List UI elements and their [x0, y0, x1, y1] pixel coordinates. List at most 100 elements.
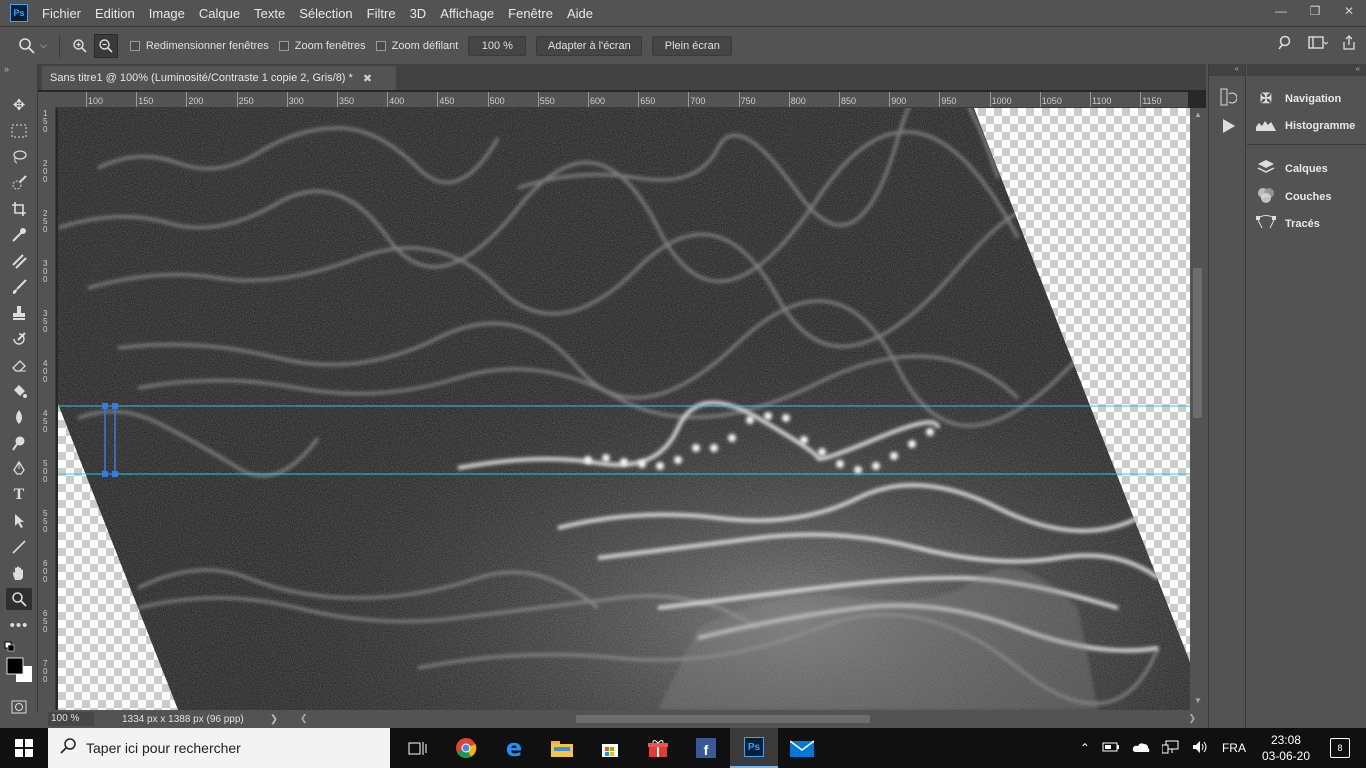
- menu-calque[interactable]: Calque: [199, 6, 240, 21]
- clock[interactable]: 23:08 03-06-20: [1262, 732, 1310, 764]
- zoom-windows-checkbox[interactable]: Zoom fenêtres: [278, 40, 366, 52]
- minimize-icon[interactable]: —: [1264, 0, 1298, 22]
- brush-tool-icon[interactable]: [6, 276, 32, 298]
- stamp-tool-icon[interactable]: [6, 302, 32, 324]
- zoom-tool-button[interactable]: [6, 588, 32, 610]
- store-icon[interactable]: [586, 728, 634, 768]
- chevron-up-icon[interactable]: ⌃: [1080, 741, 1090, 755]
- vertical-scrollbar[interactable]: ▲ ▼: [1190, 108, 1206, 710]
- horizontal-ruler[interactable]: 100 150 200 250 300 350 400 450 500 550 600 650 700 7…: [56, 92, 1188, 108]
- battery-icon[interactable]: [1102, 741, 1120, 756]
- scroll-left-icon[interactable]: ❮: [300, 713, 308, 724]
- scroll-up-icon[interactable]: ▲: [1194, 110, 1202, 119]
- search-icon[interactable]: [1278, 35, 1294, 54]
- collapse-panels-icon[interactable]: «: [1247, 64, 1366, 76]
- chevron-down-icon[interactable]: ⌵: [40, 40, 47, 51]
- type-tool-icon[interactable]: T: [6, 484, 32, 506]
- collapse-toolbar-icon[interactable]: »: [0, 64, 37, 78]
- blur-tool-icon[interactable]: [6, 406, 32, 428]
- menu-edition[interactable]: Edition: [95, 6, 135, 21]
- network-icon[interactable]: [1161, 740, 1180, 757]
- horizontal-scrollbar[interactable]: ❮ ❯: [296, 712, 1196, 726]
- document-tab[interactable]: Sans titre1 @ 100% (Luminosité/Contraste…: [42, 66, 396, 90]
- share-icon[interactable]: [1342, 35, 1356, 54]
- menu-fenetre[interactable]: Fenêtre: [508, 6, 553, 21]
- menu-affichage[interactable]: Affichage: [440, 6, 494, 21]
- history-brush-tool-icon[interactable]: [6, 328, 32, 350]
- crop-tool-icon[interactable]: [6, 198, 32, 220]
- more-tools-icon[interactable]: •••: [6, 614, 32, 636]
- photoshop-logo[interactable]: Ps: [10, 4, 28, 22]
- hand-tool-icon[interactable]: [6, 562, 32, 584]
- actions-play-icon[interactable]: [1221, 118, 1237, 137]
- zoom-tool-icon[interactable]: [18, 37, 36, 55]
- paint-bucket-tool-icon[interactable]: [6, 380, 32, 402]
- checkbox-box[interactable]: [375, 40, 386, 51]
- file-explorer-icon[interactable]: [538, 728, 586, 768]
- resize-windows-checkbox[interactable]: Redimensionner fenêtres: [129, 40, 269, 52]
- ruler-tick-label: 450: [43, 409, 48, 434]
- color-swatches[interactable]: [4, 640, 34, 686]
- start-button[interactable]: [0, 728, 48, 768]
- status-menu-icon[interactable]: ❯: [270, 714, 278, 725]
- fit-screen-button[interactable]: Adapter à l'écran: [536, 35, 643, 56]
- horizontal-scroll-thumb[interactable]: [576, 715, 870, 723]
- close-icon[interactable]: ✕: [1332, 0, 1366, 22]
- mail-icon[interactable]: [778, 728, 826, 768]
- collapse-panels-icon[interactable]: «: [1209, 64, 1245, 76]
- volume-icon[interactable]: [1192, 740, 1210, 757]
- quick-mask-icon[interactable]: [6, 696, 32, 718]
- scrubby-zoom-checkbox[interactable]: Zoom défilant: [375, 40, 458, 52]
- taskbar-search-box[interactable]: Taper ici pour rechercher: [48, 728, 390, 768]
- facebook-icon[interactable]: f: [682, 728, 730, 768]
- panel-layers[interactable]: Calques: [1255, 159, 1328, 178]
- path-selection-tool-icon[interactable]: [6, 510, 32, 532]
- menu-image[interactable]: Image: [149, 6, 185, 21]
- lasso-tool-icon[interactable]: [6, 146, 32, 168]
- eyedropper-tool-icon[interactable]: [6, 224, 32, 246]
- photoshop-taskbar-icon[interactable]: Ps: [730, 728, 778, 768]
- close-tab-icon[interactable]: ✖: [363, 72, 372, 85]
- history-panel-icon[interactable]: [1219, 88, 1238, 109]
- vertical-ruler[interactable]: 150 200 250 300 350 400 450 500 550 600 650 700: [38, 108, 56, 710]
- restore-icon[interactable]: ❐: [1298, 0, 1332, 22]
- image-canvas[interactable]: [58, 108, 1190, 710]
- zoom-in-button[interactable]: [68, 34, 92, 58]
- panel-channels[interactable]: Couches: [1255, 187, 1331, 206]
- healing-brush-tool-icon[interactable]: [6, 250, 32, 272]
- status-zoom-field[interactable]: 100 %: [48, 712, 94, 726]
- zoom-value-field[interactable]: 100 %: [468, 35, 527, 56]
- scroll-right-icon[interactable]: ❯: [1188, 713, 1196, 724]
- move-tool-icon[interactable]: ✥: [6, 94, 32, 116]
- checkbox-box[interactable]: [278, 40, 289, 51]
- panel-paths[interactable]: Tracés: [1255, 215, 1320, 232]
- marquee-tool-icon[interactable]: [6, 120, 32, 142]
- menu-fichier[interactable]: Fichier: [42, 6, 81, 21]
- panel-histogram[interactable]: Histogramme: [1255, 118, 1355, 134]
- chrome-icon[interactable]: [442, 728, 490, 768]
- menu-3d[interactable]: 3D: [410, 6, 427, 21]
- eraser-tool-icon[interactable]: [6, 354, 32, 376]
- workspace-icon[interactable]: [1308, 35, 1329, 54]
- vertical-scroll-thumb[interactable]: [1193, 268, 1202, 418]
- quick-selection-tool-icon[interactable]: [6, 172, 32, 194]
- pen-tool-icon[interactable]: [6, 458, 32, 480]
- gift-icon[interactable]: [634, 728, 682, 768]
- menu-texte[interactable]: Texte: [254, 6, 285, 21]
- language-indicator[interactable]: FRA: [1222, 741, 1246, 755]
- ruler-tick-line: [86, 92, 87, 107]
- line-tool-icon[interactable]: [6, 536, 32, 558]
- menu-filtre[interactable]: Filtre: [367, 6, 396, 21]
- dodge-tool-icon[interactable]: [6, 432, 32, 454]
- edge-icon[interactable]: e: [490, 728, 538, 768]
- notification-center-button[interactable]: 8: [1330, 738, 1350, 758]
- menu-aide[interactable]: Aide: [567, 6, 593, 21]
- onedrive-icon[interactable]: [1132, 741, 1150, 756]
- scroll-down-icon[interactable]: ▼: [1194, 696, 1202, 705]
- menu-selection[interactable]: Sélection: [299, 6, 352, 21]
- checkbox-box[interactable]: [129, 40, 140, 51]
- task-view-icon[interactable]: [394, 728, 442, 768]
- full-screen-button[interactable]: Plein écran: [652, 35, 733, 56]
- panel-navigation[interactable]: ✠ Navigation: [1255, 90, 1341, 107]
- zoom-out-button[interactable]: [93, 33, 118, 58]
